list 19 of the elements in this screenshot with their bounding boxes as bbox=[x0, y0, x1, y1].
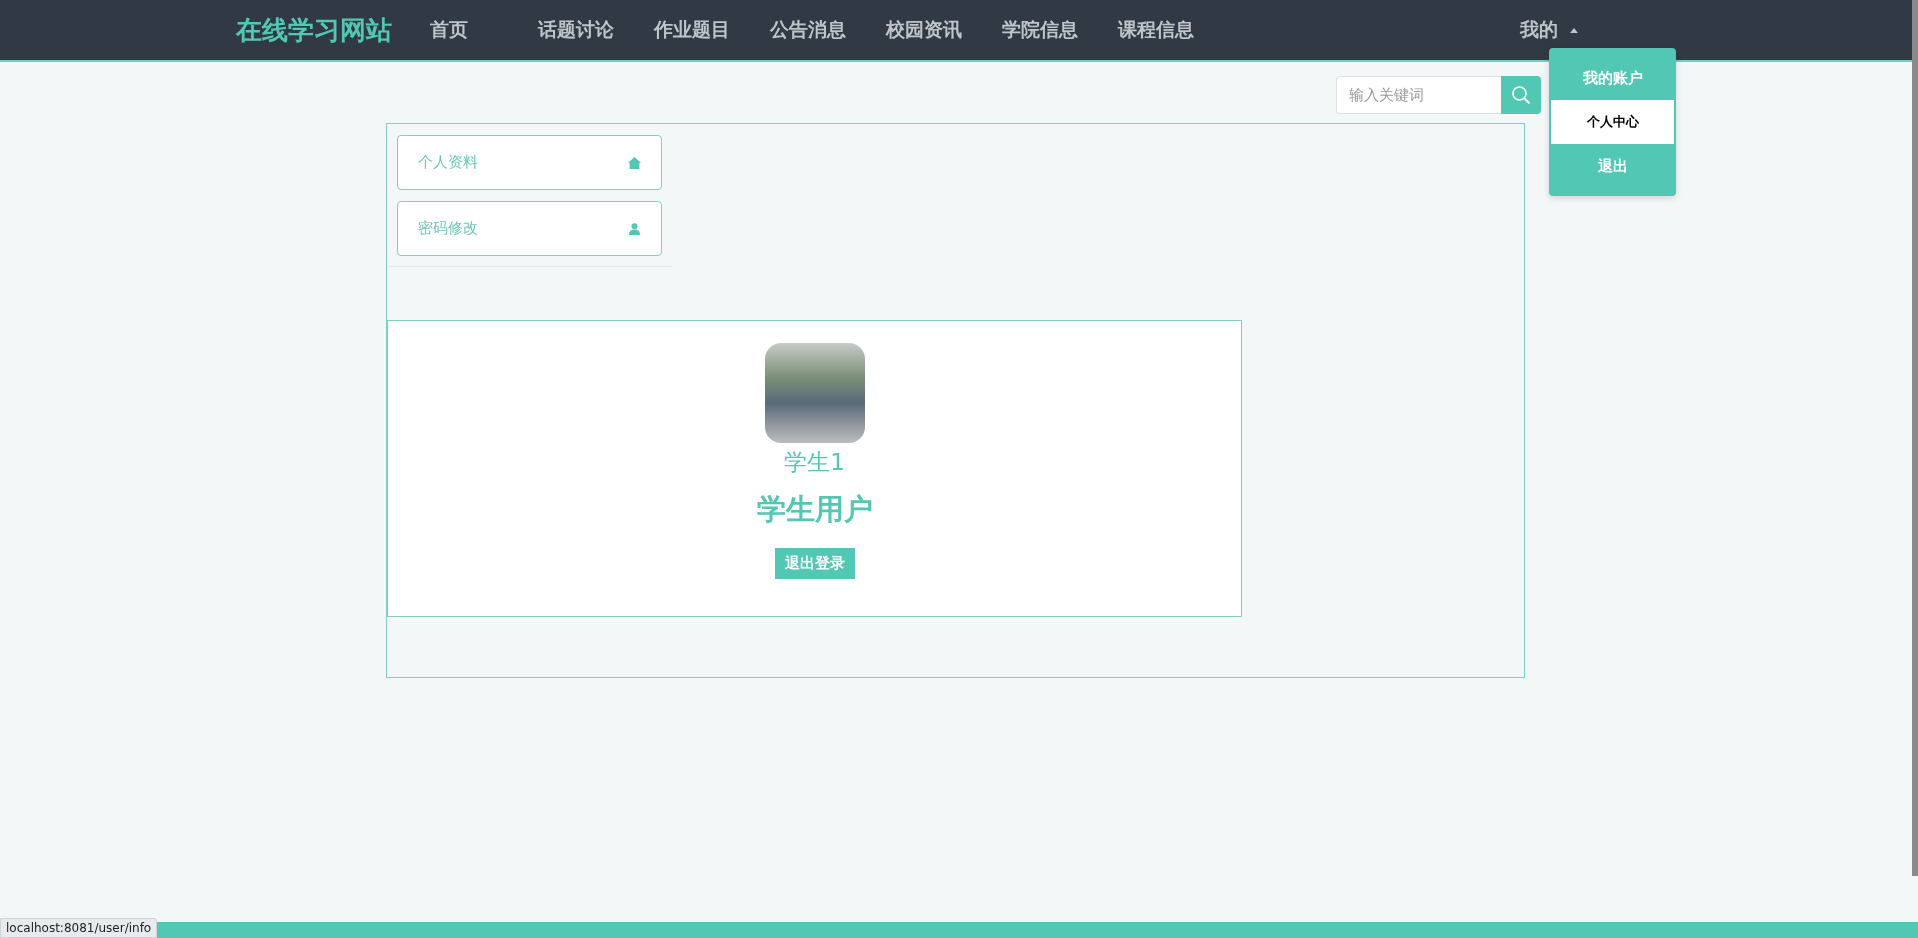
status-url: localhost:8081/user/info bbox=[0, 918, 158, 938]
scrollbar[interactable] bbox=[1912, 0, 1918, 876]
search-icon bbox=[1511, 85, 1531, 105]
nav-link[interactable]: 首页 bbox=[430, 17, 468, 43]
nav-link[interactable]: 课程信息 bbox=[1118, 17, 1194, 43]
user-role: 学生用户 bbox=[756, 491, 873, 528]
nav-link[interactable]: 话题讨论 bbox=[538, 17, 614, 43]
search-field[interactable]: 输入关键词 bbox=[1336, 76, 1501, 114]
house-icon bbox=[628, 156, 641, 169]
user-name: 学生1 bbox=[784, 448, 845, 477]
nav-link[interactable]: 校园资讯 bbox=[886, 17, 962, 43]
search-button[interactable] bbox=[1501, 76, 1541, 114]
site-logo[interactable]: 在线学习网站 bbox=[236, 12, 392, 48]
account-menu-toggle[interactable]: 我的 bbox=[1520, 17, 1578, 43]
nav-link[interactable]: 学院信息 bbox=[1002, 17, 1078, 43]
person-icon bbox=[628, 222, 641, 235]
nav-link[interactable]: 公告消息 bbox=[770, 17, 846, 43]
dropdown-item[interactable]: 个人中心 bbox=[1551, 100, 1674, 144]
nav-link[interactable]: 作业题目 bbox=[654, 17, 730, 43]
